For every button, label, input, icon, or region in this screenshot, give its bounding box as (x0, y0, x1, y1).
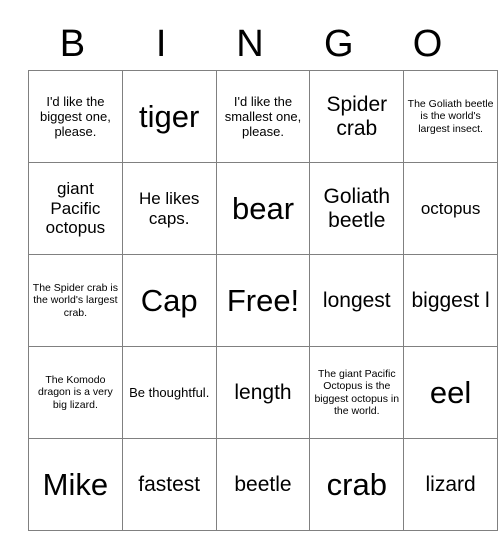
bingo-cell[interactable]: tiger (121, 70, 217, 163)
bingo-row: The Komodo dragon is a very big lizard. … (28, 346, 498, 439)
bingo-cell[interactable]: lizard (403, 438, 498, 531)
bingo-cell[interactable]: Goliath beetle (309, 162, 405, 255)
bingo-cell[interactable]: beetle (215, 438, 311, 531)
bingo-cell-text: I'd like the biggest one, please. (39, 93, 111, 140)
bingo-cell[interactable]: longest (309, 254, 405, 347)
bingo-cell[interactable]: fastest (121, 438, 217, 531)
bingo-row: The Spider crab is the world's largest c… (28, 254, 498, 347)
bingo-cell-text: Mike (42, 466, 109, 502)
bingo-row: Mike fastest beetle crab lizard (28, 438, 498, 531)
bingo-cell-text: tiger (139, 98, 200, 134)
bingo-cell-text: lizard (425, 472, 476, 496)
bingo-cell-text: crab (326, 466, 387, 502)
bingo-header-letter-b: B (59, 23, 86, 65)
bingo-cell[interactable]: He likes caps. (121, 162, 217, 255)
bingo-header-letter-i: I (155, 23, 167, 65)
bingo-header-letter-g: G (324, 23, 354, 65)
bingo-cell-text: length (234, 380, 292, 404)
bingo-card: B I N G O I'd like the biggest one, plea… (28, 18, 498, 531)
bingo-cell[interactable]: eel (403, 346, 498, 439)
bingo-cell[interactable]: The Komodo dragon is a very big lizard. (28, 346, 123, 439)
bingo-cell[interactable]: Cap (121, 254, 217, 347)
bingo-cell-text: The Komodo dragon is a very big lizard. (38, 373, 113, 411)
bingo-cell[interactable]: bear (215, 162, 311, 255)
bingo-cell[interactable]: Spider crab (309, 70, 405, 163)
bingo-cell-text: fastest (138, 472, 201, 496)
bingo-cell[interactable]: The Spider crab is the world's largest c… (28, 254, 123, 347)
bingo-cell-text: Cap (140, 282, 198, 318)
bingo-cell-text: bear (231, 190, 295, 226)
bingo-cell-text: eel (429, 374, 472, 410)
bingo-cell[interactable]: giant Pacific octopus (28, 162, 123, 255)
bingo-cell-text: giant Pacific octopus (45, 179, 106, 238)
bingo-cell-text: Spider crab (326, 92, 388, 140)
bingo-cell-text: The giant Pacific Octopus is the biggest… (314, 367, 400, 417)
bingo-cell-text: I'd like the smallest one, please. (224, 93, 302, 140)
bingo-cell-text: Goliath beetle (323, 184, 391, 232)
bingo-cell-text: He likes caps. (138, 188, 200, 228)
bingo-cell[interactable]: I'd like the smallest one, please. (215, 70, 311, 163)
bingo-cell[interactable]: crab (309, 438, 405, 531)
bingo-header-letter-n: N (236, 23, 264, 65)
bingo-header: B I N G O (28, 18, 472, 70)
bingo-cell-text: longest (322, 288, 391, 312)
bingo-grid: I'd like the biggest one, please. tiger … (28, 70, 498, 531)
bingo-cell[interactable]: The giant Pacific Octopus is the biggest… (309, 346, 405, 439)
bingo-cell[interactable]: biggest l (403, 254, 498, 347)
bingo-header-letter-o: O (412, 23, 443, 65)
bingo-row: I'd like the biggest one, please. tiger … (28, 70, 498, 163)
bingo-cell-text: The Goliath beetle is the world's larges… (407, 97, 494, 135)
bingo-cell-free[interactable]: Free! (215, 254, 311, 347)
bingo-cell[interactable]: Mike (28, 438, 123, 531)
bingo-cell[interactable]: I'd like the biggest one, please. (28, 70, 123, 163)
bingo-cell-text: The Spider crab is the world's largest c… (32, 281, 118, 319)
bingo-cell-text: octopus (420, 198, 481, 218)
bingo-cell[interactable]: length (215, 346, 311, 439)
bingo-row: giant Pacific octopus He likes caps. bea… (28, 162, 498, 255)
bingo-cell[interactable]: octopus (403, 162, 498, 255)
bingo-cell-text: Be thoughtful. (129, 384, 210, 400)
bingo-cell-text: beetle (234, 472, 292, 496)
bingo-cell-text: Free! (226, 282, 300, 318)
bingo-cell[interactable]: The Goliath beetle is the world's larges… (403, 70, 498, 163)
bingo-cell[interactable]: Be thoughtful. (121, 346, 217, 439)
bingo-cell-text: biggest l (411, 288, 490, 312)
